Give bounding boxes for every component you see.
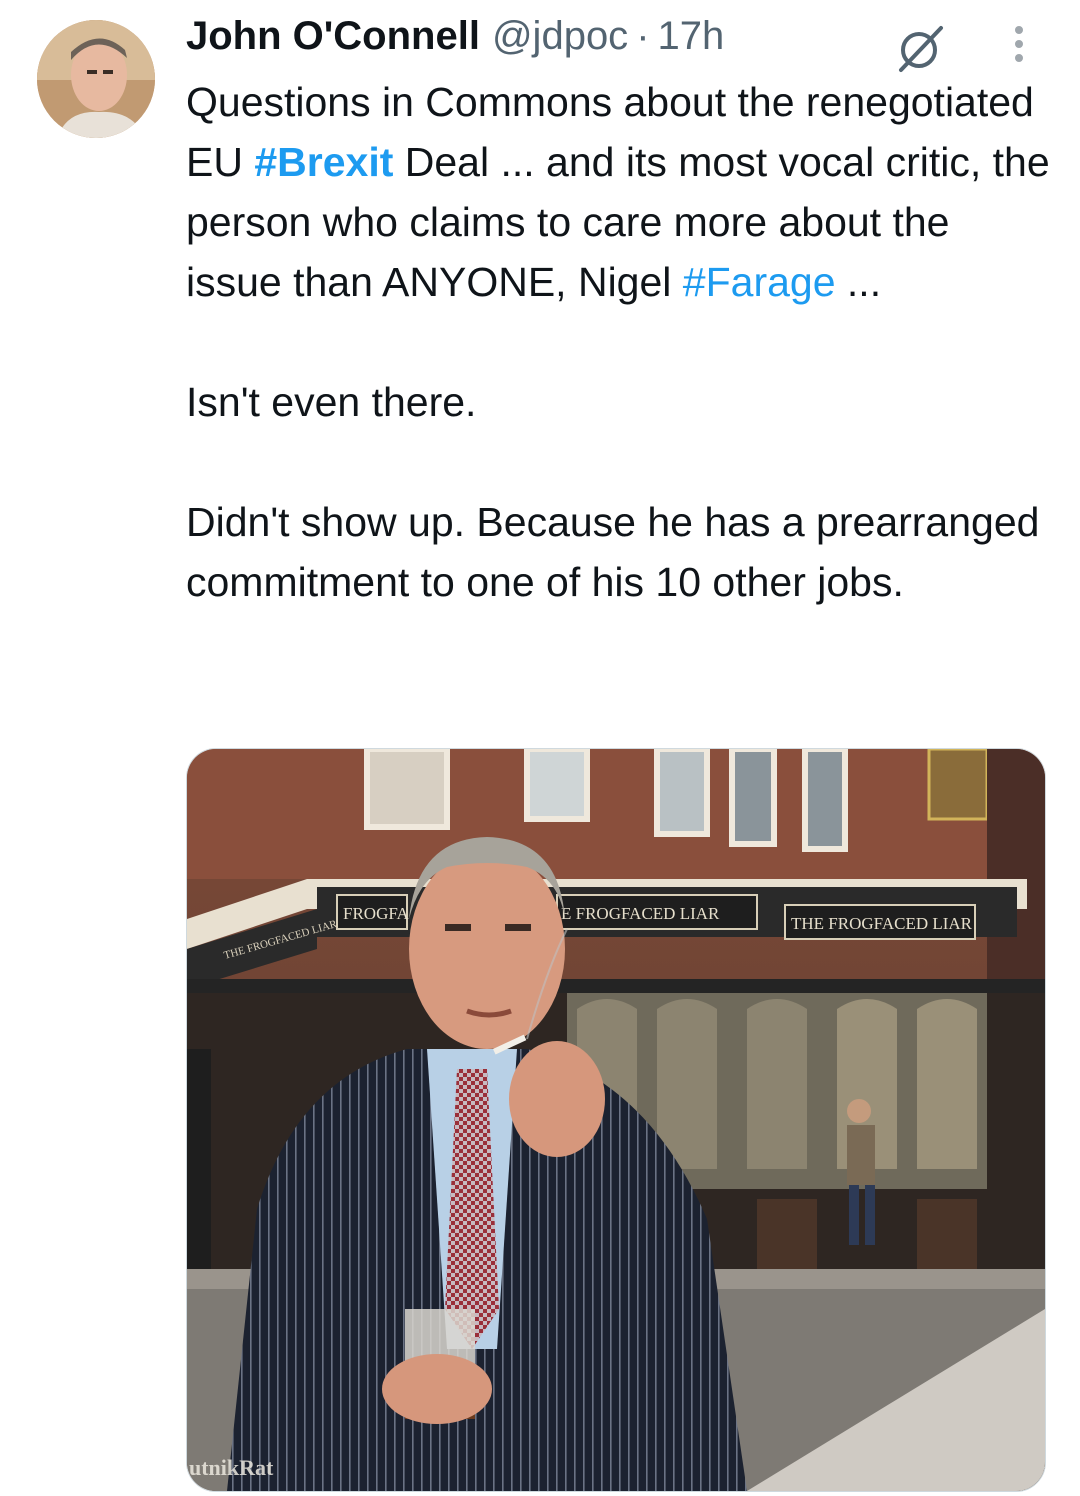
photo-illustration: FROGFA E FROGFACED LIAR THE FROGFACED LI…	[187, 749, 1045, 1491]
tweet-media-photo[interactable]: FROGFA E FROGFACED LIAR THE FROGFACED LI…	[186, 748, 1046, 1492]
tweet-text-segment: ...	[835, 259, 882, 305]
tweet-timestamp[interactable]: 17h	[658, 14, 725, 59]
pub-sign-3: THE FROGFACED LIAR	[791, 914, 973, 933]
tweet-paragraph-1: Questions in Commons about the renegotia…	[186, 72, 1056, 312]
pub-sign-2: E FROGFACED LIAR	[561, 904, 720, 923]
pub-sign-1: FROGFA	[343, 904, 410, 923]
avatar-image	[37, 20, 155, 138]
author-name[interactable]: John O'Connell	[186, 14, 480, 59]
tweet-paragraph-3: Didn't show up. Because he has a prearra…	[186, 499, 1040, 605]
hashtag-brexit-link[interactable]: #Brexit	[254, 139, 393, 185]
tweet-header: John O'Connell @jdpoc · 17h	[186, 14, 724, 66]
author-avatar[interactable]	[37, 20, 155, 138]
more-vertical-icon[interactable]	[1004, 22, 1034, 66]
hashtag-farage-link[interactable]: #Farage	[683, 259, 836, 305]
grok-slash-circle-icon[interactable]	[893, 20, 947, 74]
photo-watermark: utnikRat	[189, 1455, 274, 1480]
separator-dot: ·	[636, 14, 650, 58]
tweet-paragraph-2: Isn't even there.	[186, 379, 477, 425]
author-handle[interactable]: @jdpoc	[492, 14, 628, 59]
tweet-text: Questions in Commons about the renegotia…	[186, 72, 1056, 612]
